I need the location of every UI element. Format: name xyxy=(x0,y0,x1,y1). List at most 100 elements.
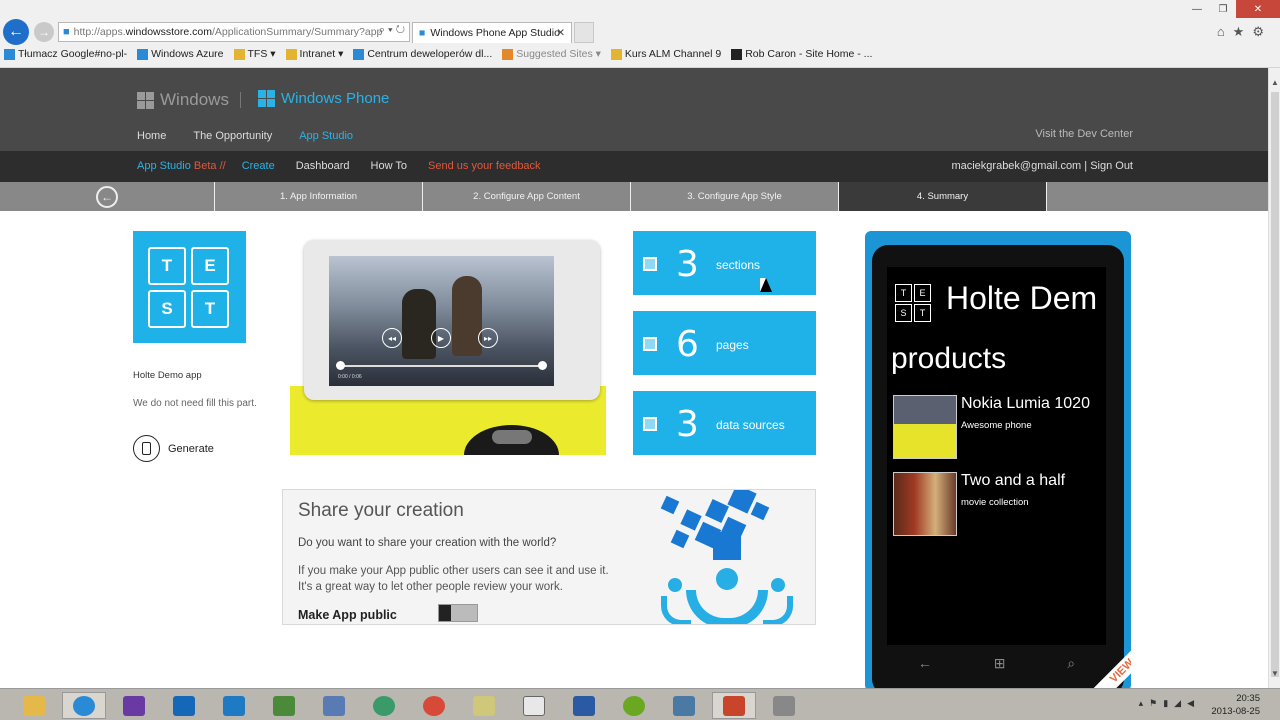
scrollbar-thumb[interactable] xyxy=(1271,92,1279,677)
windows-logo[interactable]: Windows xyxy=(137,90,229,110)
favorite-link[interactable]: TFS ▾ xyxy=(233,48,276,60)
product-subtitle: Awesome phone xyxy=(961,420,1032,431)
windows-phone-logo[interactable]: Windows Phone xyxy=(258,90,389,107)
url-rest: /ApplicationSummary/Summary?app xyxy=(211,26,383,38)
browser-tab[interactable]: ■ Windows Phone App Studio ✕ xyxy=(412,22,572,43)
nav-app-studio[interactable]: App Studio xyxy=(299,130,353,142)
snipping-tool-icon[interactable] xyxy=(762,692,806,719)
make-public-label: Make App public xyxy=(298,608,397,622)
maximize-icon[interactable]: ❐ xyxy=(1210,0,1236,18)
tile-letter: S xyxy=(148,290,186,328)
sub-nav: App Studio Beta // Create Dashboard How … xyxy=(0,151,1268,182)
url-domain: windowsstore.com xyxy=(125,26,212,38)
site-header: Windows Windows Phone Home The Opportuni… xyxy=(0,68,1268,151)
windows-flag-icon xyxy=(137,91,154,109)
nav-home[interactable]: Home xyxy=(137,130,166,142)
scroll-up-icon[interactable]: ▲ xyxy=(1271,78,1279,87)
generate-label: Generate xyxy=(168,442,214,455)
word-icon[interactable] xyxy=(562,692,606,719)
dev-center-link[interactable]: Visit the Dev Center xyxy=(1035,128,1133,140)
share-title: Share your creation xyxy=(298,500,464,521)
chrome-icon[interactable] xyxy=(412,692,456,719)
home-star-gear-icons[interactable]: ⌂★⚙ xyxy=(1217,24,1272,40)
nav-howto[interactable]: How To xyxy=(371,160,407,172)
taskbar: ▴⚑▮◢◀ 20:35 2013-08-25 xyxy=(0,688,1280,720)
favorite-link[interactable]: Centrum deweloperów dl... xyxy=(353,48,492,60)
account-links[interactable]: maciekgrabek@gmail.com | Sign Out xyxy=(951,160,1133,172)
phone-list-item[interactable]: Nokia Lumia 1020 Awesome phone xyxy=(893,395,1106,459)
lync-icon[interactable] xyxy=(212,692,256,719)
make-public-toggle[interactable] xyxy=(438,604,478,622)
step-configure-content[interactable]: 2. Configure App Content xyxy=(423,182,631,211)
new-tab-button[interactable] xyxy=(574,22,594,43)
wizard-back-button[interactable]: ← xyxy=(0,182,215,211)
address-bar[interactable]: ■ http://apps. windowsstore.com/Applicati… xyxy=(58,22,410,42)
stat-label: sections xyxy=(716,258,761,272)
paint-icon[interactable] xyxy=(312,692,356,719)
favorite-link[interactable]: Tłumacz Google#no-pl- xyxy=(4,48,127,60)
product-name: Two and a half xyxy=(961,472,1066,489)
nav-opportunity[interactable]: The Opportunity xyxy=(193,130,272,142)
feedback-link[interactable]: Send us your feedback xyxy=(428,160,541,172)
close-icon[interactable]: ✕ xyxy=(1236,0,1280,18)
close-tab-icon[interactable]: ✕ xyxy=(556,27,565,39)
app-description: We do not need fill this part. xyxy=(133,398,257,409)
page-scrollbar[interactable]: ▲ ▼ xyxy=(1268,68,1280,688)
project-icon[interactable] xyxy=(262,692,306,719)
stat-value: 3 xyxy=(676,404,699,445)
stat-sections-tile[interactable]: 3 sections xyxy=(633,231,816,295)
minimize-icon[interactable]: — xyxy=(1184,0,1210,18)
stat-value: 6 xyxy=(676,324,699,365)
virtualbox-icon[interactable] xyxy=(662,692,706,719)
stat-data-sources-tile[interactable]: 3 data sources xyxy=(633,391,816,455)
nav-dashboard[interactable]: Dashboard xyxy=(296,160,350,172)
step-app-information[interactable]: 1. App Information xyxy=(215,182,423,211)
powerpoint-icon[interactable] xyxy=(712,692,756,719)
phone-app-title: Holte Dem xyxy=(946,280,1098,316)
share-description: It's a great way to let other people rev… xyxy=(298,581,563,593)
app-tile-logo: T E S T xyxy=(133,231,246,343)
system-tray-icons[interactable]: ▴⚑▮◢◀ xyxy=(1139,698,1200,709)
file-explorer-icon[interactable] xyxy=(12,692,56,719)
internet-explorer-icon[interactable] xyxy=(62,692,106,719)
tile-letter: E xyxy=(914,284,931,302)
phone-preview[interactable]: T E S T Holte Dem products Nokia Lumia 1… xyxy=(865,231,1131,691)
phone-list-item[interactable]: Two and a half movie collection xyxy=(893,472,1106,536)
spotify-icon[interactable] xyxy=(612,692,656,719)
notes-icon[interactable] xyxy=(512,692,556,719)
favorite-link[interactable]: Kurs ALM Channel 9 xyxy=(610,48,721,60)
clock-date: 2013-08-25 xyxy=(1211,706,1260,717)
stat-pages-tile[interactable]: 6 pages xyxy=(633,311,816,375)
nav-create[interactable]: Create xyxy=(242,160,275,172)
scroll-down-icon[interactable]: ▼ xyxy=(1271,669,1279,678)
step-configure-style[interactable]: 3. Configure App Style xyxy=(631,182,839,211)
favorite-link[interactable]: Windows Azure xyxy=(137,48,224,60)
stat-label: pages xyxy=(716,338,749,352)
site-icon: ■ xyxy=(63,26,70,38)
phone-icon xyxy=(133,435,160,462)
generate-button[interactable]: Generate xyxy=(133,435,214,462)
previous-icon: ◂◂ xyxy=(382,328,402,348)
share-description: If you make your App public other users … xyxy=(298,565,609,577)
visual-studio-icon[interactable] xyxy=(112,692,156,719)
clock[interactable]: 20:35 2013-08-25 xyxy=(1211,692,1260,718)
video-time: 0:00 / 0:06 xyxy=(338,374,362,380)
favorite-link[interactable]: Intranet ▾ xyxy=(285,48,343,60)
stat-value: 3 xyxy=(676,244,699,285)
network-icon[interactable] xyxy=(362,692,406,719)
product-thumbnail xyxy=(893,472,957,536)
share-panel: Share your creation Do you want to share… xyxy=(282,489,816,625)
outlook-icon[interactable] xyxy=(162,692,206,719)
tile-letter: S xyxy=(895,304,912,322)
back-button[interactable]: ← xyxy=(3,19,29,45)
address-actions-icon[interactable]: ⌕ ▾ ↻ xyxy=(379,24,405,37)
tab-icon: ■ xyxy=(419,27,426,39)
folder-icon[interactable] xyxy=(462,692,506,719)
step-summary[interactable]: 4. Summary xyxy=(839,182,1047,211)
app-studio-brand[interactable]: App Studio Beta // xyxy=(137,160,226,172)
favorite-link[interactable]: Suggested Sites ▾ xyxy=(502,48,601,60)
favorite-link[interactable]: Rob Caron - Site Home - ... xyxy=(731,48,872,60)
lumia-phone-image: ◂◂ ▶ ▸▸ 0:00 / 0:06 xyxy=(282,231,616,455)
stat-label: data sources xyxy=(716,418,785,432)
forward-button[interactable]: → xyxy=(34,22,54,42)
